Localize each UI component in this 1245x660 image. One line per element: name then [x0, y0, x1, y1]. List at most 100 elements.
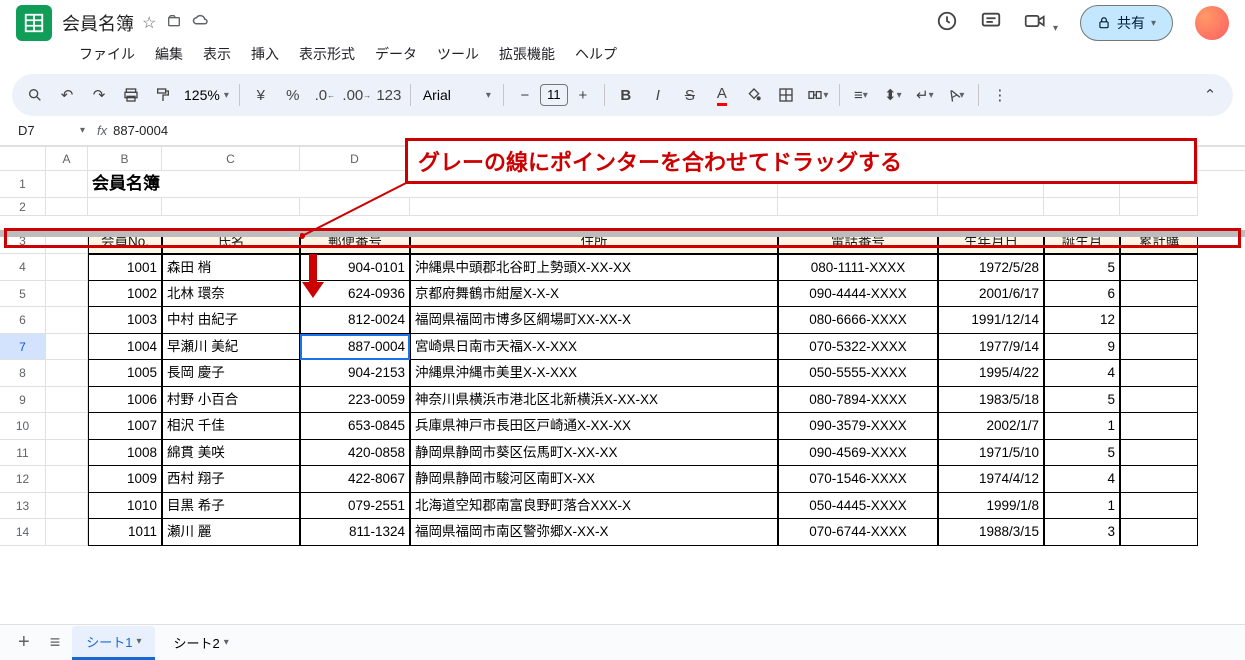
cell-month[interactable]: 5 — [1044, 254, 1120, 281]
cell-month[interactable]: 3 — [1044, 519, 1120, 546]
cell-total[interactable] — [1120, 413, 1198, 440]
cell-no[interactable]: 1010 — [88, 493, 162, 520]
cell-name[interactable]: 相沢 千佳 — [162, 413, 300, 440]
cell-dob[interactable]: 1972/5/28 — [938, 254, 1044, 281]
row-header[interactable]: 11 — [0, 440, 46, 467]
cell-dob[interactable]: 1983/5/18 — [938, 387, 1044, 414]
meet-icon[interactable]: ▾ — [1024, 11, 1058, 36]
cell-no[interactable]: 1007 — [88, 413, 162, 440]
redo-icon[interactable]: ↷ — [84, 80, 114, 110]
row-header[interactable]: 10 — [0, 413, 46, 440]
font-increase-icon[interactable]: + — [568, 80, 598, 110]
name-box[interactable]: D7 — [12, 121, 80, 140]
cell-tel[interactable]: 080-7894-XXXX — [778, 387, 938, 414]
row-header[interactable]: 4 — [0, 254, 46, 281]
share-button[interactable]: 共有 ▾ — [1080, 5, 1173, 41]
italic-icon[interactable]: I — [643, 80, 673, 110]
cell-dob[interactable]: 1988/3/15 — [938, 519, 1044, 546]
rotate-icon[interactable]: A ▾ — [942, 80, 972, 110]
cell-total[interactable] — [1120, 440, 1198, 467]
decrease-decimal-icon[interactable]: .0← — [310, 80, 340, 110]
row-header[interactable]: 1 — [0, 171, 46, 198]
cell-tel[interactable]: 070-1546-XXXX — [778, 466, 938, 493]
menu-file[interactable]: ファイル — [70, 40, 144, 68]
table-row[interactable]: 1004早瀬川 美紀887-0004宮崎県日南市天福X-X-XXX070-532… — [46, 334, 1198, 361]
cell-no[interactable]: 1004 — [88, 334, 162, 361]
cell-tel[interactable]: 080-1111-XXXX — [778, 254, 938, 281]
cell-total[interactable] — [1120, 493, 1198, 520]
star-icon[interactable]: ☆ — [142, 13, 156, 34]
zoom-select[interactable]: 125% ▾ — [180, 87, 233, 103]
cell-zip[interactable]: 422-8067 — [300, 466, 410, 493]
cell-dob[interactable]: 2001/6/17 — [938, 281, 1044, 308]
cell-total[interactable] — [1120, 334, 1198, 361]
cell-no[interactable]: 1001 — [88, 254, 162, 281]
cell-name[interactable]: 森田 梢 — [162, 254, 300, 281]
row-header[interactable]: 5 — [0, 281, 46, 308]
cell-total[interactable] — [1120, 466, 1198, 493]
cell-total[interactable] — [1120, 254, 1198, 281]
cell-tel[interactable]: 090-3579-XXXX — [778, 413, 938, 440]
menu-view[interactable]: 表示 — [194, 40, 240, 68]
cell-month[interactable]: 5 — [1044, 387, 1120, 414]
undo-icon[interactable]: ↶ — [52, 80, 82, 110]
cell-name[interactable]: 村野 小百合 — [162, 387, 300, 414]
halign-icon[interactable]: ≡ ▾ — [846, 80, 876, 110]
cell-month[interactable]: 4 — [1044, 466, 1120, 493]
row-header[interactable]: 14 — [0, 519, 46, 546]
strikethrough-icon[interactable]: S — [675, 80, 705, 110]
cell-total[interactable] — [1120, 281, 1198, 308]
select-all-corner[interactable] — [0, 147, 46, 170]
borders-icon[interactable] — [771, 80, 801, 110]
sheet-tab-1[interactable]: シート1 ▾ — [72, 626, 155, 660]
cell-zip[interactable]: 904-2153 — [300, 360, 410, 387]
paint-format-icon[interactable] — [148, 80, 178, 110]
print-icon[interactable] — [116, 80, 146, 110]
row-header[interactable]: 8 — [0, 360, 46, 387]
cell-total[interactable] — [1120, 360, 1198, 387]
fill-color-icon[interactable] — [739, 80, 769, 110]
menu-data[interactable]: データ — [366, 40, 426, 68]
collapse-toolbar-icon[interactable]: ⌃ — [1195, 80, 1225, 110]
cell-name[interactable]: 綿貫 美咲 — [162, 440, 300, 467]
row-header[interactable]: 6 — [0, 307, 46, 334]
table-row[interactable]: 1005長岡 慶子904-2153沖縄県沖縄市美里X-X-XXX050-5555… — [46, 360, 1198, 387]
cell-zip[interactable]: 624-0936 — [300, 281, 410, 308]
font-size-input[interactable]: 11 — [540, 84, 568, 106]
formula-bar[interactable]: 887-0004 — [113, 123, 168, 138]
percent-icon[interactable]: % — [278, 80, 308, 110]
col-header-D[interactable]: D — [300, 147, 410, 170]
all-sheets-button[interactable]: ≡ — [42, 632, 69, 653]
cell-tel[interactable]: 070-6744-XXXX — [778, 519, 938, 546]
increase-decimal-icon[interactable]: .00→ — [342, 80, 372, 110]
frozen-row-divider[interactable] — [0, 230, 1245, 237]
cell-name[interactable]: 目黒 希子 — [162, 493, 300, 520]
cell-month[interactable]: 12 — [1044, 307, 1120, 334]
row-header[interactable]: 9 — [0, 387, 46, 414]
add-sheet-button[interactable]: + — [10, 631, 38, 654]
cell-month[interactable]: 1 — [1044, 413, 1120, 440]
menu-format[interactable]: 表示形式 — [290, 40, 364, 68]
comment-icon[interactable] — [980, 10, 1002, 37]
cell-zip[interactable]: 812-0024 — [300, 307, 410, 334]
cell-dob[interactable]: 1974/4/12 — [938, 466, 1044, 493]
namebox-dropdown-icon[interactable]: ▾ — [80, 125, 85, 136]
table-row[interactable]: 1003中村 由紀子812-0024福岡県福岡市博多区綱場町XX-XX-X080… — [46, 307, 1198, 334]
cell-dob[interactable]: 1995/4/22 — [938, 360, 1044, 387]
merge-icon[interactable]: ▾ — [803, 80, 833, 110]
table-row[interactable]: 1010目黒 希子079-2551北海道空知郡南富良野町落合XXX-X050-4… — [46, 493, 1198, 520]
cell-zip[interactable]: 079-2551 — [300, 493, 410, 520]
cell-no[interactable]: 1003 — [88, 307, 162, 334]
cell-no[interactable]: 1002 — [88, 281, 162, 308]
cell-no[interactable]: 1005 — [88, 360, 162, 387]
table-row[interactable]: 1011瀬川 麗811-1324福岡県福岡市南区警弥郷X-XX-X070-674… — [46, 519, 1198, 546]
cell-dob[interactable]: 1991/12/14 — [938, 307, 1044, 334]
document-title[interactable]: 会員名簿 — [62, 10, 134, 36]
cell-name[interactable]: 瀬川 麗 — [162, 519, 300, 546]
cell-zip[interactable]: 653-0845 — [300, 413, 410, 440]
cell-month[interactable]: 5 — [1044, 440, 1120, 467]
table-row[interactable]: 1009西村 翔子422-8067静岡県静岡市駿河区南町X-XX070-1546… — [46, 466, 1198, 493]
search-icon[interactable] — [20, 80, 50, 110]
cell-dob[interactable]: 1999/1/8 — [938, 493, 1044, 520]
cell-addr[interactable]: 京都府舞鶴市紺屋X-X-X — [410, 281, 778, 308]
